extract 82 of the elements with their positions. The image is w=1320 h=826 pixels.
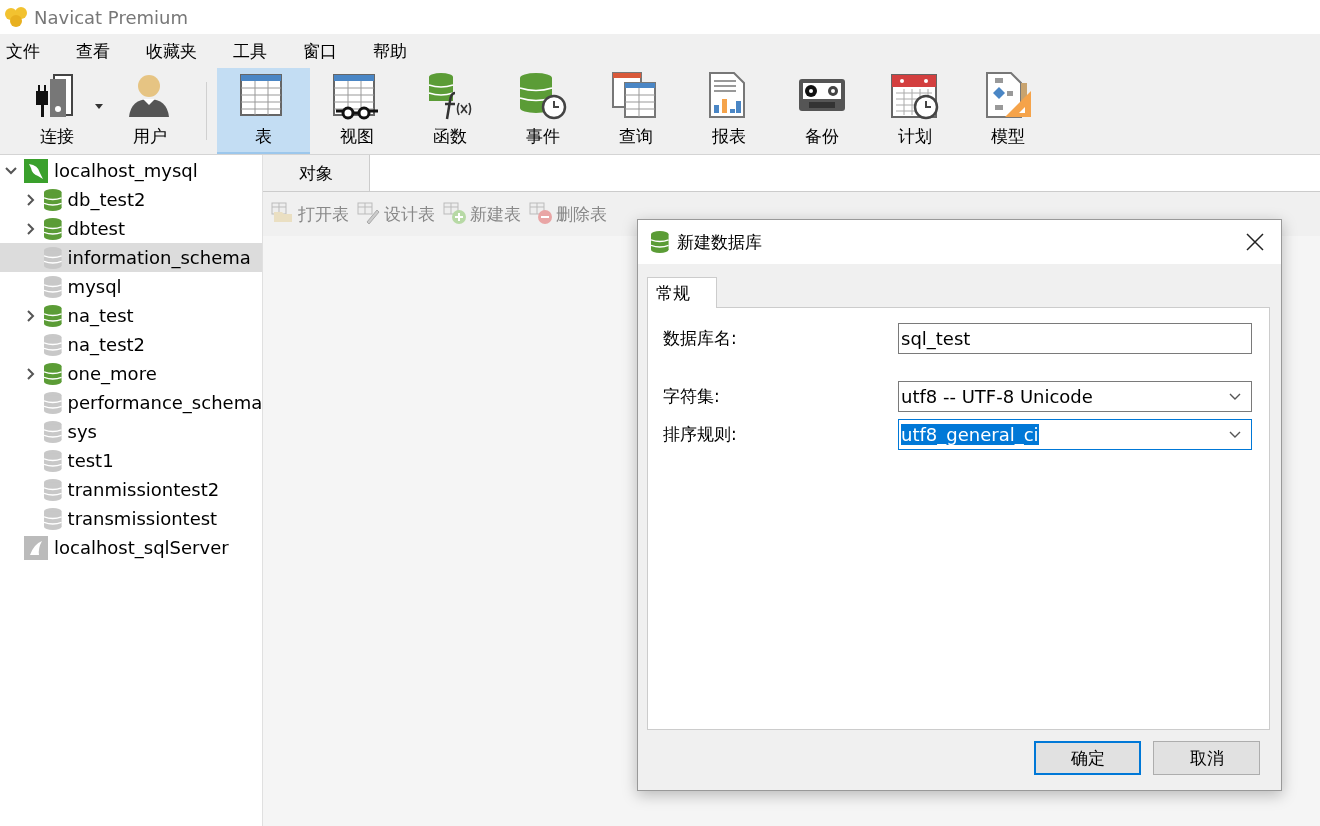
tree-item[interactable]: transmissiontest xyxy=(0,504,262,533)
toolbar-button[interactable]: 连接 xyxy=(10,68,103,154)
tree-label: mysql xyxy=(67,276,122,297)
toolbar-button[interactable]: 表 xyxy=(217,68,310,154)
dolphin-icon xyxy=(24,158,48,183)
database-icon xyxy=(44,391,62,414)
tree-label: information_schema xyxy=(67,247,251,268)
tree-item[interactable]: one_more xyxy=(0,359,262,388)
menu-item[interactable]: 工具 xyxy=(233,39,267,63)
tree-label: transmissiontest xyxy=(67,508,218,529)
database-icon xyxy=(44,478,62,501)
table-minus-icon xyxy=(529,202,553,226)
database-clock-icon xyxy=(517,71,568,121)
toolbar-button[interactable]: 计划 xyxy=(868,68,961,154)
database-icon xyxy=(44,362,62,385)
tree-label: performance_schema xyxy=(67,392,263,413)
caret-icon[interactable] xyxy=(95,104,103,109)
field-label: 排序规则: xyxy=(663,423,738,446)
menu-item[interactable]: 查看 xyxy=(76,39,110,63)
tree-label: localhost_sqlServer xyxy=(54,537,229,558)
tree-item[interactable]: na_test xyxy=(0,301,262,330)
tree-item[interactable]: performance_schema xyxy=(0,388,262,417)
toolbar-button[interactable]: 查询 xyxy=(589,68,682,154)
tree-item[interactable]: test1 xyxy=(0,446,262,475)
toolbar-button[interactable]: 视图 xyxy=(310,68,403,154)
tree-label: na_test2 xyxy=(67,334,146,355)
tree-item[interactable]: tranmissiontest2 xyxy=(0,475,262,504)
chevron-down-icon xyxy=(1229,430,1241,439)
calendar-clock-icon xyxy=(889,71,940,121)
dropdown-field[interactable]: utf8 -- UTF-8 Unicode xyxy=(898,381,1252,412)
toolbar-button[interactable]: 备份 xyxy=(775,68,868,154)
database-icon xyxy=(651,231,669,253)
database-icon xyxy=(44,420,62,443)
database-icon xyxy=(44,217,62,240)
tree-label: test1 xyxy=(67,450,114,471)
database-icon xyxy=(44,304,62,327)
tab[interactable]: 对象 xyxy=(263,155,370,191)
tab[interactable]: 常规 xyxy=(647,277,717,308)
tree-item[interactable]: localhost_sqlServer xyxy=(0,533,262,562)
field-label: 数据库名: xyxy=(663,327,738,350)
app-logo-icon xyxy=(4,6,28,28)
dialog-button[interactable]: 取消 xyxy=(1153,741,1260,775)
table-plus-icon xyxy=(443,202,467,226)
window-title: Navicat Premium xyxy=(34,6,188,28)
database-icon xyxy=(44,333,62,356)
dropdown-field[interactable]: utf8_general_ci xyxy=(898,419,1252,450)
tree-label: dbtest xyxy=(67,218,125,239)
toolbar-button[interactable]: 事件 xyxy=(496,68,589,154)
toolbar-button[interactable]: 报表 xyxy=(682,68,775,154)
tree-label: na_test xyxy=(67,305,134,326)
database-icon xyxy=(44,275,62,298)
menu-item[interactable]: 窗口 xyxy=(303,39,337,63)
tree-label: sys xyxy=(67,421,97,442)
toolbar-button[interactable]: 用户 xyxy=(103,68,196,154)
toolbar-button[interactable]: 函数 xyxy=(403,68,496,154)
database-icon xyxy=(44,188,62,211)
tree-item[interactable]: information_schema xyxy=(0,243,262,272)
tree-item[interactable]: na_test2 xyxy=(0,330,262,359)
server-icon xyxy=(24,535,48,560)
database-icon xyxy=(44,507,62,530)
dialog-button[interactable]: 确定 xyxy=(1034,741,1141,775)
tree-item[interactable]: localhost_mysql xyxy=(0,156,262,185)
tree-label: tranmissiontest2 xyxy=(67,479,220,500)
table-pencil-icon xyxy=(357,202,381,226)
tree-label: one_more xyxy=(67,363,157,384)
tree-label: db_test2 xyxy=(67,189,146,210)
field-label: 字符集: xyxy=(663,385,721,408)
tree-label: localhost_mysql xyxy=(54,160,198,181)
dialog-title: 新建数据库 xyxy=(676,230,763,254)
tree-item[interactable]: db_test2 xyxy=(0,185,262,214)
input-field[interactable]: sql_test xyxy=(898,323,1252,354)
close-icon xyxy=(1246,233,1264,251)
database-icon xyxy=(44,246,62,269)
menu-item[interactable]: 文件 xyxy=(6,39,40,63)
chevron-down-icon xyxy=(1229,392,1241,401)
menu-item[interactable]: 帮助 xyxy=(373,39,407,63)
tree-item[interactable]: mysql xyxy=(0,272,262,301)
toolbar-button[interactable]: 模型 xyxy=(961,68,1054,154)
database-icon xyxy=(44,449,62,472)
tree-item[interactable]: sys xyxy=(0,417,262,446)
menu-item[interactable]: 收藏夹 xyxy=(146,39,197,63)
tree-item[interactable]: dbtest xyxy=(0,214,262,243)
